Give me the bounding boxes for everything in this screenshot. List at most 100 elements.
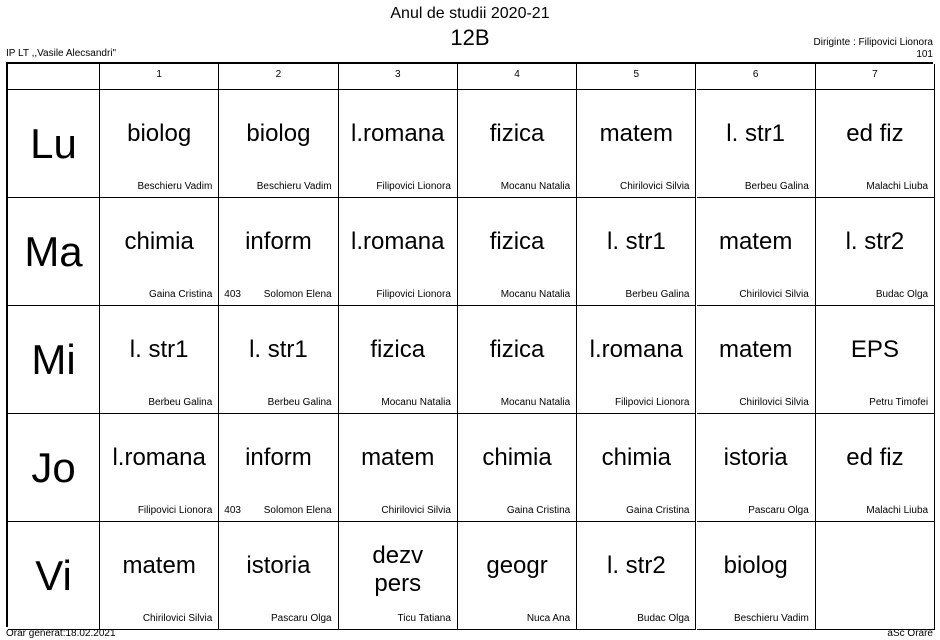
lesson-cell: l. str2 Budac Olga [577, 522, 697, 630]
lesson-cell: fizica Mocanu Natalia [457, 90, 578, 198]
lesson-subject: l. str1 [249, 336, 308, 363]
lesson-room: 403 [224, 289, 241, 300]
lesson-teacher: Chirilovici Silvia [739, 289, 809, 300]
lesson-cell: dezv pers Ticu Tatiana [338, 522, 458, 630]
lesson-subject: l. str2 [845, 228, 905, 255]
room-number: 101 [916, 49, 933, 60]
grid-corner [8, 64, 100, 90]
lesson-teacher: Chirilovici Silvia [381, 505, 451, 516]
lesson-subject: biolog [246, 120, 311, 147]
lesson-cell: inform Solomon Elena 403 [219, 198, 339, 306]
lesson-teacher: Mocanu Natalia [500, 397, 571, 408]
lesson-teacher: Chirilovici Silvia [620, 181, 690, 192]
day-label: Lu [8, 90, 100, 198]
lesson-teacher: Filipovici Lionora [137, 505, 213, 516]
period-header: 6 [696, 64, 816, 90]
lesson-subject: l.romana [112, 444, 206, 471]
page-title: Anul de studii 2020-21 [390, 5, 550, 22]
lesson-teacher: Petru Timofei [869, 397, 929, 408]
day-label: Mi [8, 306, 100, 414]
lesson-subject: l. str1 [129, 336, 189, 363]
lesson-subject: fizica [489, 228, 545, 255]
lesson-subject: fizica [489, 120, 545, 147]
lesson-subject: istoria [723, 444, 788, 471]
lesson-teacher: Berbeu Galina [148, 397, 213, 408]
lesson-teacher: Filipovici Lionora [376, 289, 451, 300]
lesson-cell: chimia Gaina Cristina [577, 414, 697, 522]
lesson-teacher: Gaina Cristina [148, 289, 213, 300]
lesson-cell: EPS Petru Timofei [815, 306, 936, 414]
lesson-subject: l.romana [351, 228, 445, 255]
class-name: 12B [450, 25, 490, 50]
lesson-teacher: Chirilovici Silvia [142, 613, 213, 624]
diriginte-label: Diriginte : Filipovici Lionora [813, 37, 934, 48]
lesson-teacher: Nuca Ana [526, 613, 571, 624]
lesson-teacher: Filipovici Lionora [376, 181, 451, 192]
lesson-teacher: Budac Olga [637, 613, 690, 624]
lesson-teacher: Malachi Liuba [866, 505, 929, 516]
lesson-cell: matem Chirilovici Silvia [100, 522, 220, 630]
lesson-cell: biolog Beschieru Vadim [219, 90, 339, 198]
lesson-subject: ed fiz [846, 120, 904, 147]
lesson-teacher: Berbeu Galina [744, 181, 809, 192]
lesson-subject: l.romana [589, 336, 684, 363]
lesson-subject: l. str1 [606, 228, 666, 255]
lesson-subject: EPS [850, 336, 899, 363]
lesson-cell: biolog Beschieru Vadim [100, 90, 220, 198]
lesson-cell: fizica Mocanu Natalia [457, 306, 578, 414]
lesson-teacher: Berbeu Galina [267, 397, 332, 408]
lesson-teacher: Chirilovici Silvia [739, 397, 809, 408]
footer-software: aSc Orare [887, 628, 933, 639]
lesson-teacher: Pascaru Olga [271, 613, 332, 624]
lesson-teacher: Mocanu Natalia [500, 181, 571, 192]
lesson-cell: biolog Beschieru Vadim [696, 522, 816, 630]
lesson-teacher: Beschieru Vadim [256, 181, 332, 192]
lesson-teacher: Malachi Liuba [866, 181, 929, 192]
lesson-teacher: Solomon Elena [263, 505, 332, 516]
day-label: Ma [8, 198, 100, 306]
lesson-subject: fizica [489, 336, 545, 363]
lesson-cell: l.romana Filipovici Lionora [338, 90, 458, 198]
lesson-teacher: Gaina Cristina [506, 505, 571, 516]
lesson-cell: l.romana Filipovici Lionora [577, 306, 697, 414]
lesson-subject: fizica [370, 336, 426, 363]
lesson-subject: chimia [124, 228, 194, 255]
lesson-cell: l. str1 Berbeu Galina [577, 198, 697, 306]
lesson-subject: istoria [246, 552, 311, 579]
day-label: Jo [8, 414, 100, 522]
lesson-subject: matem [718, 228, 793, 255]
period-header: 3 [338, 64, 458, 90]
lesson-teacher: Ticu Tatiana [397, 613, 451, 624]
lesson-teacher: Gaina Cristina [626, 505, 690, 516]
lesson-subject: ed fiz [846, 444, 904, 471]
period-header: 7 [815, 64, 936, 90]
lesson-teacher: Berbeu Galina [625, 289, 690, 300]
lesson-teacher: Beschieru Vadim [733, 613, 809, 624]
day-label: Vi [8, 522, 100, 630]
lesson-subject: dezv pers [372, 542, 424, 597]
lesson-subject: matem [718, 336, 793, 363]
lesson-cell: l. str1 Berbeu Galina [696, 90, 816, 198]
lesson-cell: istoria Pascaru Olga [219, 522, 339, 630]
lesson-subject: inform [245, 228, 312, 255]
lesson-subject: l. str1 [726, 120, 785, 147]
lesson-cell: chimia Gaina Cristina [457, 414, 578, 522]
lesson-cell: l.romana Filipovici Lionora [338, 198, 458, 306]
lesson-subject: matem [599, 120, 674, 147]
lesson-cell [815, 522, 936, 630]
lesson-subject: chimia [601, 444, 672, 471]
lesson-teacher: Solomon Elena [263, 289, 332, 300]
lesson-subject: l.romana [351, 120, 445, 147]
lesson-cell: l. str2 Budac Olga [815, 198, 936, 306]
period-header: 4 [457, 64, 578, 90]
lesson-room: 403 [224, 505, 241, 516]
period-header: 5 [577, 64, 697, 90]
footer-generated: Orar generat:18.02.2021 [6, 628, 116, 639]
lesson-subject: inform [245, 444, 312, 471]
lesson-cell: fizica Mocanu Natalia [338, 306, 458, 414]
lesson-teacher: Mocanu Natalia [500, 289, 571, 300]
timetable-grid: 1 2 3 4 5 6 7 Lu biolog Beschieru Vadim biolog Besc… [6, 62, 936, 630]
lesson-cell: inform Solomon Elena 403 [219, 414, 339, 522]
period-header: 1 [100, 64, 220, 90]
lesson-teacher: Beschieru Vadim [137, 181, 213, 192]
